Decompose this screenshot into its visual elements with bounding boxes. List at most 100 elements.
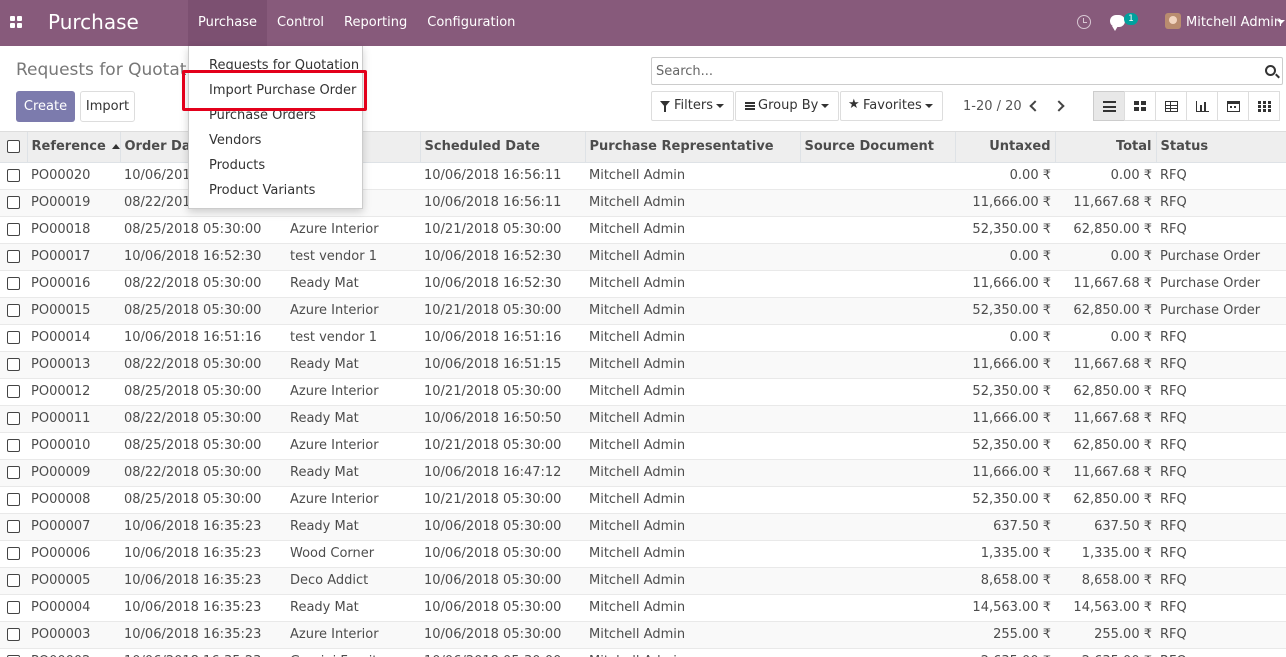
cell-reference: PO00002 <box>27 648 120 657</box>
table-row[interactable]: PO00005 10/06/2018 16:35:23 Deco Addict 10/… <box>0 567 1286 595</box>
calendar-view-button[interactable] <box>1217 91 1249 121</box>
favorites-button[interactable]: ★ Favorites <box>840 91 943 121</box>
kanban-view-button[interactable] <box>1124 91 1156 121</box>
cell-scheduled-date: 10/06/2018 16:52:30 <box>420 243 585 271</box>
menu-item-product-variants[interactable]: Product Variants <box>209 183 315 198</box>
row-checkbox[interactable] <box>0 648 27 657</box>
column-reference[interactable]: Reference <box>27 132 121 163</box>
graph-view-button[interactable] <box>1186 91 1218 121</box>
create-button[interactable]: Create <box>16 91 75 122</box>
row-checkbox[interactable] <box>0 189 27 217</box>
table-row[interactable]: PO0000210/06/2018 16:35:23Gemini Furnitu… <box>0 648 1286 657</box>
menu-reporting[interactable]: Reporting <box>334 0 417 46</box>
table-row[interactable]: PO00017 10/06/2018 16:52:30 test vendor 11… <box>0 243 1286 271</box>
table-row[interactable]: PO00013 08/22/2018 05:30:00 Ready Mat 10/06… <box>0 351 1286 379</box>
table-row[interactable]: PO00012 08/25/2018 05:30:00 Azure Interior… <box>0 378 1286 406</box>
row-checkbox[interactable] <box>0 405 27 433</box>
cell-source-document <box>800 540 955 568</box>
cell-purchase-representative: Mitchell Admin <box>585 243 800 271</box>
filters-button[interactable]: Filters <box>651 91 734 121</box>
cell-order-date: 10/06/2018 16:35:23 <box>120 594 286 622</box>
row-checkbox[interactable] <box>0 162 27 190</box>
table-row[interactable]: PO00018 08/25/2018 05:30:00 Azure Interior… <box>0 216 1286 244</box>
clock-icon[interactable] <box>1077 15 1091 29</box>
cell-scheduled-date: 10/06/2018 05:30:00 <box>420 594 585 622</box>
table-row[interactable]: PO00003 10/06/2018 16:35:23 Azure Interior… <box>0 621 1286 649</box>
cell-reference: PO00014 <box>27 324 120 352</box>
cell-reference: PO00007 <box>27 513 120 541</box>
cell-untaxed: 637.50 ₹ <box>955 513 1055 541</box>
pager-previous-button[interactable] <box>1021 91 1048 121</box>
list-view-button[interactable] <box>1093 91 1125 121</box>
pager-value[interactable]: 1-20 / 20 <box>963 99 1022 114</box>
row-checkbox[interactable] <box>0 621 27 649</box>
table-row[interactable]: PO00011 08/22/2018 05:30:00 Ready Mat 10/06… <box>0 405 1286 433</box>
column-untaxed[interactable]: Untaxed <box>955 132 1056 163</box>
column-status[interactable]: Status <box>1156 132 1286 163</box>
column-purchase-representative[interactable]: Purchase Representative <box>585 132 801 163</box>
cell-untaxed: 14,563.00 ₹ <box>955 594 1055 622</box>
user-menu[interactable]: Mitchell Admin <box>1186 15 1282 30</box>
cell-scheduled-date: 10/06/2018 16:56:11 <box>420 189 585 217</box>
cell-total: 1,335.00 ₹ <box>1055 540 1156 568</box>
table-row[interactable]: PO00006 10/06/2018 16:35:23 Wood Corner 10/… <box>0 540 1286 568</box>
cell-total: 0.00 ₹ <box>1055 243 1156 271</box>
menu-item-vendors[interactable]: Vendors <box>209 133 261 148</box>
row-checkbox[interactable] <box>0 567 27 595</box>
table-row[interactable]: PO00009 08/22/2018 05:30:00 Ready Mat 10/06… <box>0 459 1286 487</box>
row-checkbox[interactable] <box>0 270 27 298</box>
menu-control[interactable]: Control <box>267 0 334 46</box>
app-brand[interactable]: Purchase <box>48 10 139 34</box>
menu-item-products[interactable]: Products <box>209 158 265 173</box>
cell-vendor: Azure Interior <box>286 486 420 514</box>
row-checkbox[interactable] <box>0 540 27 568</box>
menu-configuration[interactable]: Configuration <box>417 0 525 46</box>
chat-icon[interactable] <box>1110 15 1125 31</box>
apps-icon[interactable] <box>10 16 23 29</box>
pivot-view-button[interactable] <box>1248 91 1280 121</box>
row-checkbox[interactable] <box>0 594 27 622</box>
search-input[interactable] <box>656 62 1246 80</box>
cell-source-document <box>800 378 955 406</box>
row-checkbox[interactable] <box>0 324 27 352</box>
cell-reference: PO00019 <box>27 189 120 217</box>
table-row[interactable]: PO00004 10/06/2018 16:35:23 Ready Mat 10/06… <box>0 594 1286 622</box>
table-row[interactable]: PO00014 10/06/2018 16:51:16 test vendor 11… <box>0 324 1286 352</box>
select-all-checkbox[interactable] <box>0 132 28 163</box>
table-row[interactable]: PO00007 10/06/2018 16:35:23 Ready Mat 10/06… <box>0 513 1286 541</box>
cell-purchase-representative: Mitchell Admin <box>585 540 800 568</box>
cell-total: 11,667.68 ₹ <box>1055 270 1156 298</box>
row-checkbox[interactable] <box>0 297 27 325</box>
cell-status: RFQ <box>1156 567 1286 595</box>
row-checkbox[interactable] <box>0 351 27 379</box>
filter-icon <box>660 101 670 112</box>
pager-next-button[interactable] <box>1048 91 1075 121</box>
group-by-label: Group By <box>758 98 819 113</box>
column-scheduled-date[interactable]: Scheduled Date <box>420 132 586 163</box>
table-row[interactable]: PO00015 08/25/2018 05:30:00 Azure Interior… <box>0 297 1286 325</box>
cell-order-date: 10/06/2018 16:52:30 <box>120 243 286 271</box>
row-checkbox[interactable] <box>0 216 27 244</box>
cell-source-document <box>800 162 955 190</box>
import-button[interactable]: Import <box>80 91 135 122</box>
table-row[interactable]: PO00010 08/25/2018 05:30:00 Azure Interior… <box>0 432 1286 460</box>
search-icon[interactable] <box>1265 65 1276 76</box>
cell-untaxed: 0.00 ₹ <box>955 324 1055 352</box>
table-row[interactable]: PO00008 08/25/2018 05:30:00 Azure Interior… <box>0 486 1286 514</box>
cell-reference: PO00018 <box>27 216 120 244</box>
column-total[interactable]: Total <box>1055 132 1157 163</box>
column-source-document[interactable]: Source Document <box>800 132 956 163</box>
row-checkbox[interactable] <box>0 378 27 406</box>
menu-purchase[interactable]: Purchase <box>188 0 268 46</box>
row-checkbox[interactable] <box>0 513 27 541</box>
grid-view-button[interactable] <box>1155 91 1187 121</box>
row-checkbox[interactable] <box>0 243 27 271</box>
group-by-button[interactable]: Group By <box>735 91 839 121</box>
cell-purchase-representative: Mitchell Admin <box>585 162 800 190</box>
row-checkbox[interactable] <box>0 432 27 460</box>
row-checkbox[interactable] <box>0 486 27 514</box>
caret-down-icon <box>821 104 829 108</box>
table-row[interactable]: PO00016 08/22/2018 05:30:00 Ready Mat 10/06… <box>0 270 1286 298</box>
row-checkbox[interactable] <box>0 459 27 487</box>
avatar[interactable] <box>1165 13 1181 29</box>
